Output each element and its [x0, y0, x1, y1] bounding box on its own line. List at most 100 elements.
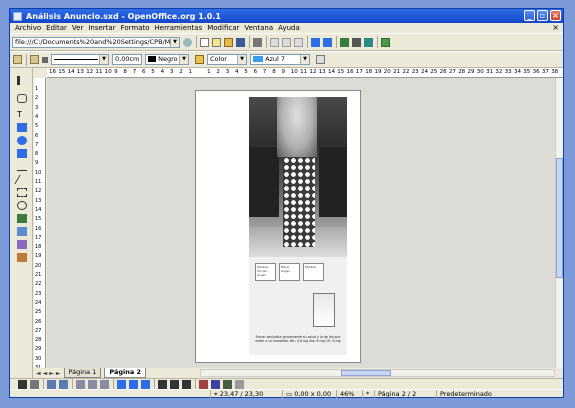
h-ruler-label: 5	[151, 69, 155, 75]
undo-icon[interactable]	[311, 37, 320, 47]
zoom-icon[interactable]	[17, 94, 27, 103]
snap-to-frame-icon[interactable]	[59, 379, 68, 389]
snap-to-edges-icon[interactable]	[88, 379, 97, 389]
prev-page-nav-icon[interactable]: ◄	[43, 370, 48, 377]
alignment-icon[interactable]	[17, 214, 27, 223]
rotation-mode-icon[interactable]	[100, 379, 109, 389]
save-icon[interactable]	[236, 37, 245, 47]
navigator-icon[interactable]	[340, 37, 349, 47]
line-width-field[interactable]: 0,00cm	[112, 54, 142, 65]
v-ruler-label: 24	[35, 299, 42, 306]
fill-type-value: Color	[210, 55, 227, 63]
last-page-nav-icon[interactable]: ►	[56, 370, 61, 377]
line-style-select[interactable]: ▼	[51, 54, 109, 65]
object-display-icon-3[interactable]	[141, 379, 150, 389]
snap-to-points-icon[interactable]	[76, 379, 85, 389]
close-button[interactable]: ×	[550, 10, 561, 21]
area-icon[interactable]	[195, 55, 204, 64]
edit-points-icon[interactable]	[13, 55, 22, 64]
3d-objects-icon[interactable]	[17, 149, 27, 158]
v-ruler-label: 14	[35, 206, 42, 213]
minimize-button[interactable]: _	[524, 10, 535, 21]
tab-pagina-1[interactable]: Página 1	[63, 368, 102, 378]
drawing-canvas[interactable]: Mostrar, Chi Jan Anger Filtrar Anger Mos…	[47, 78, 555, 368]
grid-icon[interactable]	[18, 379, 27, 389]
fill-color-select[interactable]: Azul 7 ▼	[250, 54, 310, 65]
paste-icon[interactable]	[294, 37, 303, 47]
drawing-page[interactable]: Mostrar, Chi Jan Anger Filtrar Anger Mos…	[195, 90, 361, 363]
menu-archivo[interactable]: Archivo	[15, 24, 41, 32]
view-mode-icon-2[interactable]	[170, 379, 179, 389]
document-close-icon[interactable]: ×	[552, 23, 559, 32]
menu-editar[interactable]: Editar	[46, 24, 67, 32]
title-bar[interactable]: Análisis Anuncio.sxd - OpenOffice.org 1.…	[10, 9, 563, 23]
view-mode-icon-1[interactable]	[158, 379, 167, 389]
text-icon[interactable]: T	[17, 110, 27, 119]
vertical-scrollbar[interactable]	[555, 78, 563, 368]
fill-type-select[interactable]: Color ▼	[207, 54, 247, 65]
fill-color-dropdown-icon[interactable]: ▼	[300, 55, 309, 64]
rectangle-icon[interactable]	[17, 123, 27, 132]
horizontal-scrollbar[interactable]	[200, 369, 555, 377]
horizontal-scroll-thumb[interactable]	[341, 370, 391, 376]
vertical-scroll-thumb[interactable]	[556, 158, 563, 278]
line-style-dropdown-icon[interactable]: ▼	[99, 55, 108, 64]
ad-text-box-2: Filtrar Anger	[279, 263, 300, 281]
shadow-icon[interactable]	[316, 55, 325, 64]
status-zoom[interactable]: 46%	[336, 390, 364, 399]
insert-icon[interactable]	[17, 240, 27, 249]
line-color-dropdown-icon[interactable]: ▼	[179, 55, 188, 64]
url-dropdown-icon[interactable]: ▼	[170, 37, 179, 47]
arrow-style-icon[interactable]	[42, 56, 48, 63]
next-page-nav-icon[interactable]: ►	[49, 370, 54, 377]
view-mode-icon-3[interactable]	[182, 379, 191, 389]
menu-modificar[interactable]: Modificar	[207, 24, 239, 32]
h-ruler-label: 25	[430, 69, 438, 75]
ellipse-icon[interactable]	[17, 136, 27, 145]
redo-icon[interactable]	[323, 37, 332, 47]
line-color-select[interactable]: Negro ▼	[145, 54, 189, 65]
line-icon[interactable]	[30, 55, 39, 64]
lines-arrows-icon[interactable]	[14, 175, 30, 184]
stop-icon[interactable]	[183, 37, 192, 47]
advertisement-image[interactable]: Mostrar, Chi Jan Anger Filtrar Anger Mos…	[249, 97, 347, 355]
hyperlink-icon[interactable]	[364, 37, 373, 47]
quick-edit-icon-2[interactable]	[211, 379, 220, 389]
menu-ver[interactable]: Ver	[72, 24, 83, 32]
menu-formato[interactable]: Formato	[121, 24, 150, 32]
fill-type-dropdown-icon[interactable]: ▼	[237, 55, 246, 64]
rotate-icon[interactable]	[17, 201, 27, 210]
maximize-button[interactable]: ▫	[537, 10, 548, 21]
cut-icon[interactable]	[270, 37, 279, 47]
edit-file-icon[interactable]	[200, 37, 209, 47]
effects-icon[interactable]	[17, 253, 27, 262]
new-document-icon[interactable]	[212, 37, 221, 47]
print-icon[interactable]	[253, 37, 262, 47]
menu-ayuda[interactable]: Ayuda	[278, 24, 300, 32]
snap-lines-icon[interactable]	[30, 379, 39, 389]
stylist-icon[interactable]	[352, 37, 361, 47]
menu-herramientas[interactable]: Herramientas	[155, 24, 203, 32]
double-click-text-icon[interactable]	[235, 379, 244, 389]
helplines-icon[interactable]	[47, 379, 56, 389]
select-icon[interactable]	[17, 76, 27, 85]
h-ruler-label: 29	[467, 69, 475, 75]
first-page-nav-icon[interactable]: ◄	[36, 370, 41, 377]
arrange-icon[interactable]	[17, 227, 27, 236]
ad-person	[277, 97, 317, 157]
curve-icon[interactable]	[17, 162, 27, 171]
object-display-icon-1[interactable]	[117, 379, 126, 389]
separator	[249, 36, 250, 48]
h-ruler-label: 17	[355, 69, 363, 75]
menu-insertar[interactable]: Insertar	[88, 24, 115, 32]
tab-pagina-2[interactable]: Página 2	[104, 368, 147, 378]
connector-icon[interactable]	[17, 188, 27, 197]
menu-ventana[interactable]: Ventana	[244, 24, 273, 32]
open-folder-icon[interactable]	[224, 37, 233, 47]
url-field[interactable]: file:///C:/Documents%20and%20Settings/CP…	[12, 36, 180, 48]
quick-edit-icon-3[interactable]	[223, 379, 232, 389]
object-display-icon-2[interactable]	[129, 379, 138, 389]
copy-icon[interactable]	[282, 37, 291, 47]
quick-edit-icon-1[interactable]	[199, 379, 208, 389]
gallery-icon[interactable]	[381, 37, 390, 47]
